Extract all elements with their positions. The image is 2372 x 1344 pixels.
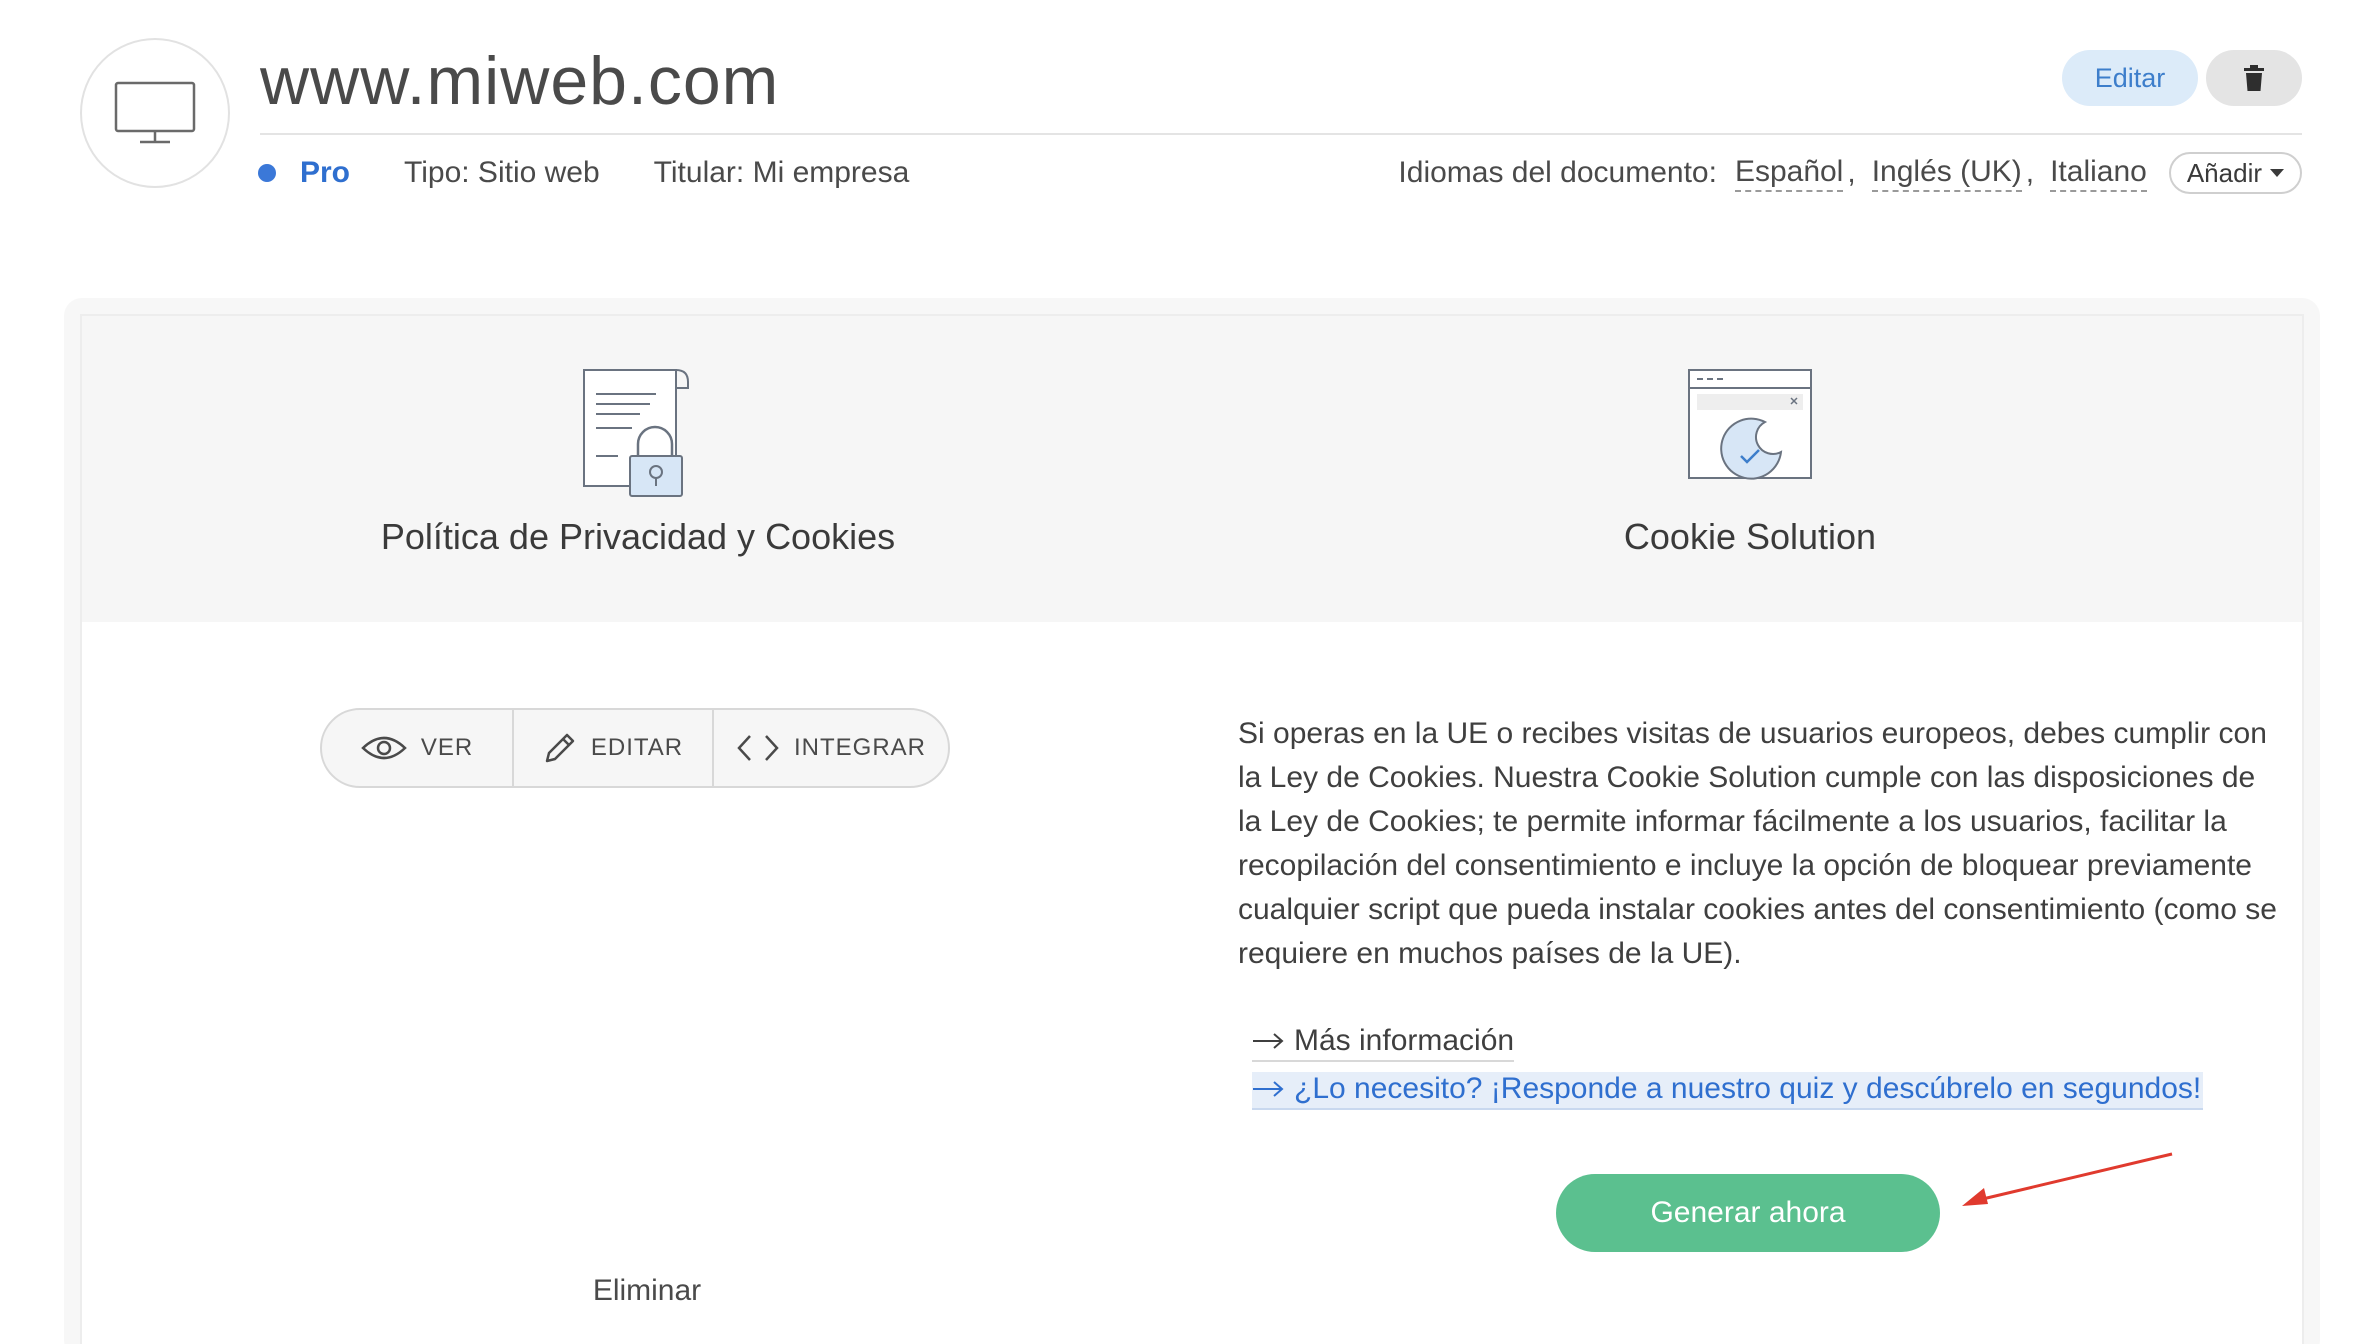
- edit-label: EDITAR: [590, 734, 684, 761]
- embed-button[interactable]: INTEGRAR: [712, 710, 948, 786]
- delete-site-button[interactable]: [2206, 50, 2302, 106]
- monitor-icon: [114, 81, 196, 144]
- edit-site-button[interactable]: Editar: [2062, 50, 2198, 106]
- delete-privacy-link[interactable]: Eliminar: [582, 1274, 712, 1308]
- plan-badge: Pro: [300, 156, 351, 189]
- cookie-banner-icon: [1685, 366, 1815, 491]
- site-title: www.miweb.com: [260, 43, 780, 119]
- quiz-label: ¿Lo necesito? ¡Responde a nuestro quiz y…: [1294, 1072, 2202, 1105]
- site-meta: Pro Tipo: Sitio web Titular: Mi empresa: [258, 150, 963, 196]
- privacy-policy-product: Política de Privacidad y Cookies: [82, 316, 1194, 622]
- caret-down-icon: [2270, 169, 2284, 177]
- quiz-link[interactable]: ¿Lo necesito? ¡Responde a nuestro quiz y…: [1252, 1072, 2204, 1110]
- more-info-label: Más información: [1294, 1024, 1515, 1057]
- cookie-solution-product: Cookie Solution: [1194, 316, 2306, 622]
- add-language-button[interactable]: Añadir: [2168, 152, 2302, 194]
- arrow-right-icon: [1253, 1081, 1284, 1097]
- trash-icon: [2244, 65, 2264, 91]
- add-language-label: Añadir: [2186, 157, 2262, 188]
- more-info-link[interactable]: Más información: [1252, 1024, 1515, 1062]
- product-header: Política de Privacidad y Cookies Cookie …: [82, 316, 2302, 622]
- privacy-actions: VER EDITAR INTEGRAR: [320, 708, 950, 788]
- site-avatar: [80, 38, 230, 188]
- eye-icon: [360, 736, 407, 760]
- arrow-right-icon: [1253, 1033, 1284, 1049]
- generate-now-button[interactable]: Generar ahora: [1556, 1174, 1940, 1252]
- privacy-policy-title: Política de Privacidad y Cookies: [380, 516, 896, 557]
- privacy-document-icon: [578, 366, 698, 505]
- header-divider: [260, 133, 2302, 135]
- language-link-spanish[interactable]: Español: [1734, 155, 1844, 192]
- language-link-english-uk[interactable]: Inglés (UK): [1871, 155, 2022, 192]
- languages-label: Idiomas del documento:: [1398, 156, 1717, 189]
- embed-label: INTEGRAR: [793, 734, 926, 761]
- plan-status-dot: [258, 164, 276, 182]
- cookie-solution-description: Si operas en la UE o recibes visitas de …: [1238, 717, 2277, 970]
- code-icon: [737, 735, 779, 761]
- site-owner: Titular: Mi empresa: [653, 156, 910, 189]
- site-type: Tipo: Sitio web: [404, 156, 600, 189]
- view-label: VER: [420, 734, 474, 761]
- language-link-italian[interactable]: Italiano: [2050, 155, 2147, 192]
- document-languages: Idiomas del documento: Español, Inglés (…: [1398, 150, 2302, 196]
- pencil-icon: [545, 733, 575, 763]
- annotation-arrow-icon: [1962, 1152, 2173, 1206]
- cookie-solution-title: Cookie Solution: [1623, 516, 1877, 557]
- view-button[interactable]: VER: [322, 710, 512, 786]
- edit-button[interactable]: EDITAR: [512, 710, 712, 786]
